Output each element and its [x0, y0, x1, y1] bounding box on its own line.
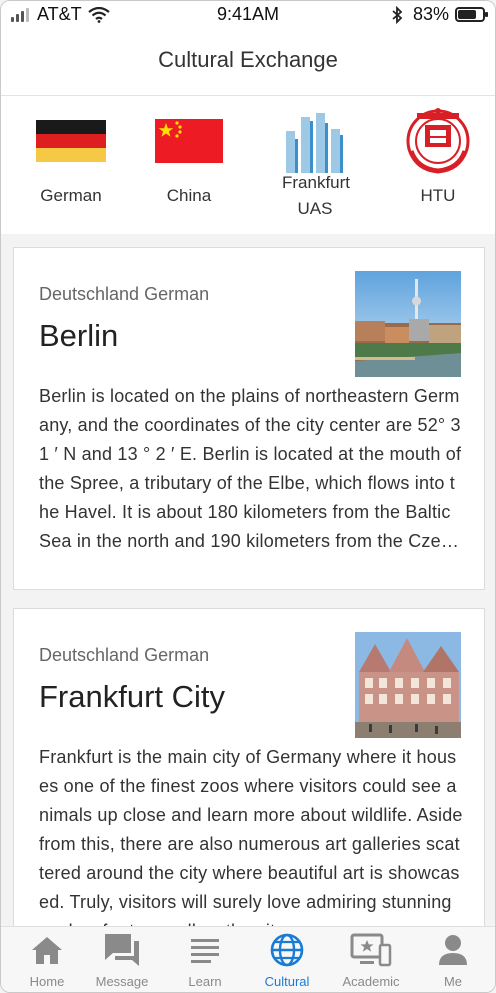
tab-bar: Home Message Learn Cultural Academic Me [1, 926, 495, 992]
card-title: Frankfurt City [39, 679, 226, 714]
category-china[interactable]: China [134, 108, 244, 209]
message-icon [81, 931, 163, 969]
bluetooth-icon [392, 5, 403, 24]
category-frankfurt-uas[interactable]: Frankfurt UAS [260, 108, 370, 222]
tab-label: Academic [342, 974, 400, 989]
list-icon [164, 931, 246, 969]
card-description: Berlin is located on the plains of north… [39, 386, 462, 551]
category-htu[interactable]: HTU [383, 108, 493, 209]
category-german[interactable]: German [16, 108, 126, 209]
status-bar: AT&T 9:41AM 83% [1, 1, 495, 29]
phone-frame: AT&T 9:41AM 83% Cultural Exchange German… [0, 0, 496, 993]
app-header: Cultural Exchange [1, 29, 495, 96]
tab-home[interactable]: Home [6, 931, 88, 989]
city-card-berlin[interactable]: Deutschland German Berlin Berlin is loca… [13, 247, 485, 590]
htu-emblem-icon [383, 108, 493, 174]
category-label: Frankfurt UAS [282, 173, 351, 218]
status-right: 83% [391, 4, 488, 25]
china-flag-icon [134, 108, 244, 174]
germany-flag-icon [16, 108, 126, 174]
category-row: German China Frankfurt UAS HTU [1, 96, 495, 234]
city-card-frankfurt[interactable]: Deutschland German Frankfurt City Frankf… [13, 608, 485, 950]
tab-cultural[interactable]: Cultural [246, 931, 328, 989]
berlin-photo [355, 271, 461, 377]
card-subtitle: Deutschland German [39, 645, 210, 665]
card-subtitle: Deutschland German [39, 284, 210, 304]
card-title: Berlin [39, 318, 119, 353]
tab-label: Learn [188, 974, 222, 989]
frankfurt-photo [355, 632, 461, 738]
category-label: China [166, 186, 212, 205]
tab-label: Cultural [264, 974, 310, 989]
tab-label: Home [29, 974, 65, 989]
tab-label: Message [95, 974, 149, 989]
battery-percent: 83% [412, 4, 449, 24]
tab-academic[interactable]: Academic [330, 931, 412, 989]
monitor-icon [330, 931, 412, 969]
globe-icon [246, 931, 328, 969]
category-label: German [40, 186, 102, 205]
tab-me[interactable]: Me [412, 931, 494, 989]
tab-message[interactable]: Message [81, 931, 163, 989]
category-label: HTU [420, 186, 456, 205]
building-icon [260, 108, 370, 174]
home-icon [6, 931, 88, 969]
battery-level [458, 10, 476, 19]
battery-icon [455, 7, 488, 22]
tab-label: Me [443, 974, 463, 989]
tab-learn[interactable]: Learn [164, 931, 246, 989]
page-title: Cultural Exchange [158, 47, 338, 72]
card-description: Frankfurt is the main city of Germany wh… [39, 747, 463, 941]
person-icon [412, 931, 494, 969]
